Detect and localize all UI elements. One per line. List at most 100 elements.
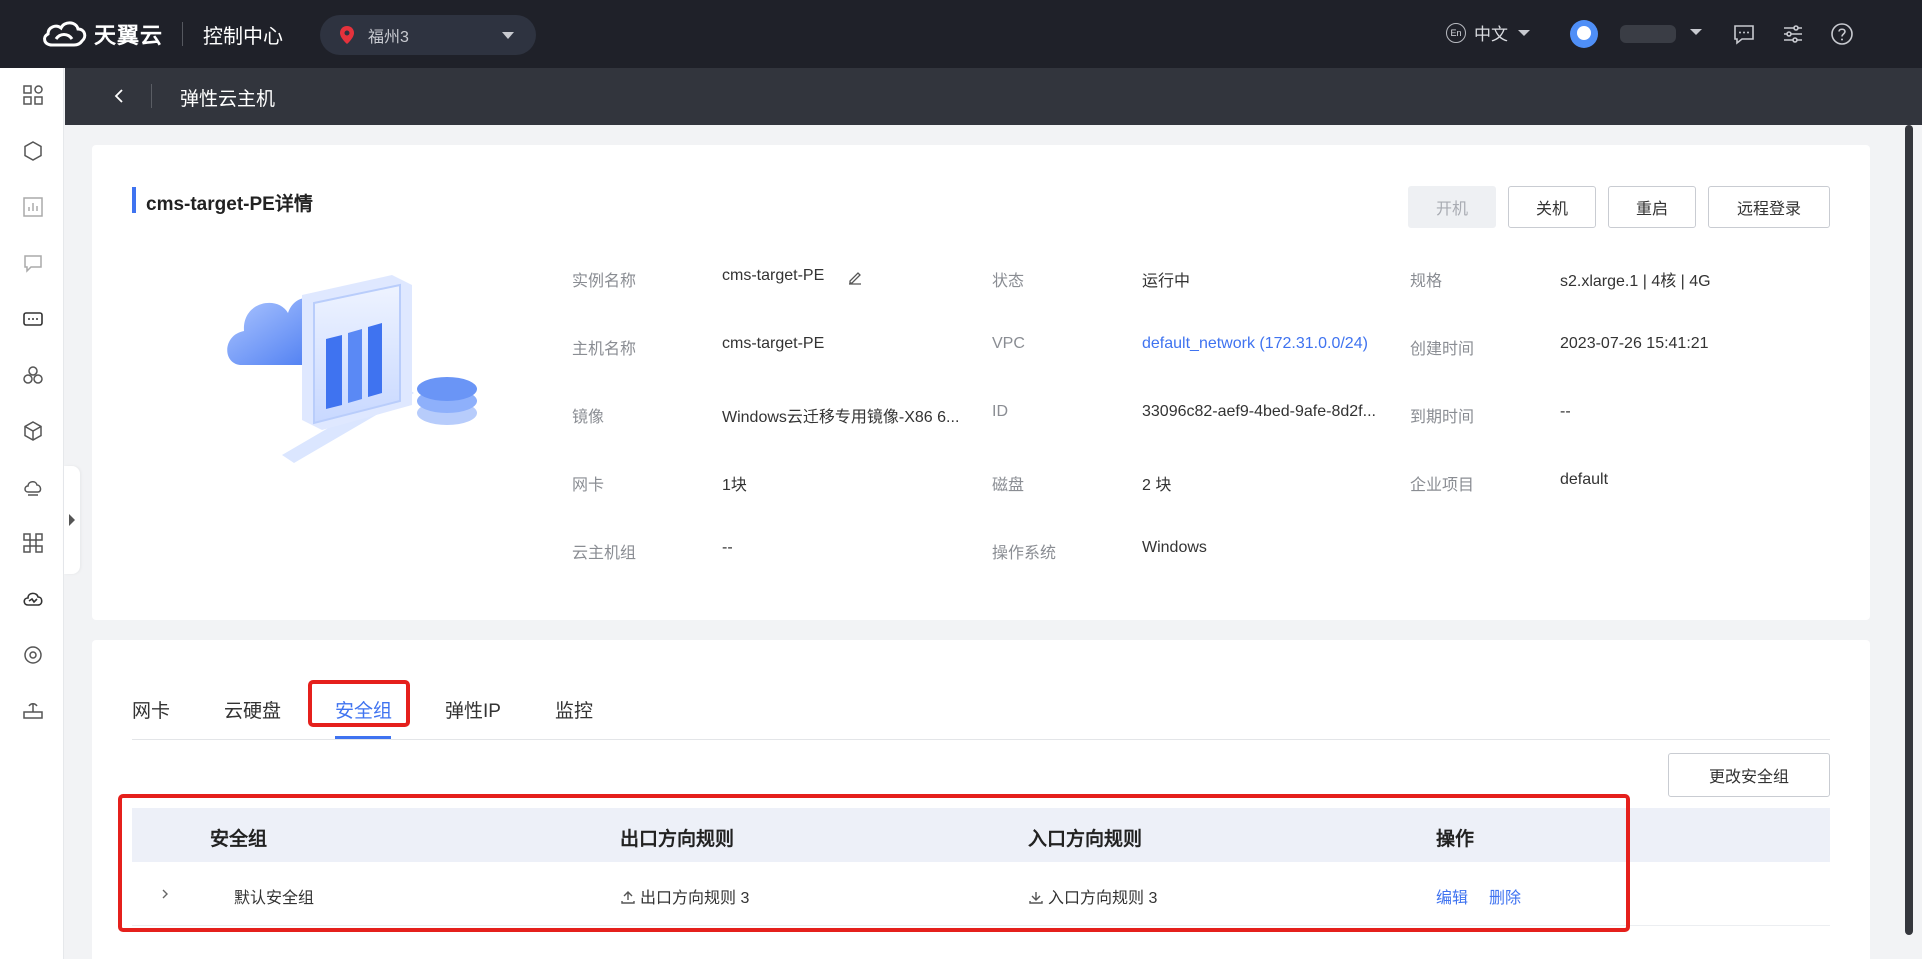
cloud-monitor-icon[interactable] xyxy=(22,588,44,610)
dashboard-icon[interactable] xyxy=(22,84,44,106)
brand-logo[interactable]: 天翼云 xyxy=(40,16,163,52)
cloud-logo-icon xyxy=(43,21,87,47)
page-title: 弹性云主机 xyxy=(180,89,276,110)
field-host-name: 主机名称 cms-target-PE xyxy=(572,335,992,359)
field-label: 主机名称 xyxy=(572,341,637,358)
help-icon[interactable] xyxy=(1830,22,1854,46)
field-label: 状态 xyxy=(992,273,1025,290)
field-status: 状态 运行中 xyxy=(992,267,1412,291)
instance-actions: 开机 关机 重启 远程登录 xyxy=(1408,186,1830,228)
field-instance-name: 实例名称 cms-target-PE xyxy=(572,267,992,291)
field-label: 磁盘 xyxy=(992,477,1025,494)
field-value: s2.xlarge.1 | 4核 | 4G xyxy=(1560,273,1711,290)
field-label: 实例名称 xyxy=(572,273,637,290)
start-button[interactable]: 开机 xyxy=(1408,186,1496,228)
tab-monitor[interactable]: 监控 xyxy=(555,696,593,723)
field-spec: 规格 s2.xlarge.1 | 4核 | 4G xyxy=(1410,267,1830,291)
table-highlight-box xyxy=(118,794,1630,932)
tab-nic[interactable]: 网卡 xyxy=(132,696,170,723)
field-value: Windows云迁移专用镜像-X86 6... xyxy=(722,409,960,426)
field-value: cms-target-PE xyxy=(722,335,825,352)
server-illustration xyxy=(227,275,477,463)
chevron-down-icon xyxy=(1518,29,1530,36)
region-name: 福州3 xyxy=(368,29,409,46)
field-created-at: 创建时间 2023-07-26 15:41:21 xyxy=(1410,335,1830,359)
chat-icon[interactable] xyxy=(22,252,44,274)
field-label: 创建时间 xyxy=(1410,341,1475,358)
field-value: cms-target-PE xyxy=(722,267,825,284)
restart-button[interactable]: 重启 xyxy=(1608,186,1696,228)
network-nodes-icon[interactable] xyxy=(22,532,44,554)
console-title[interactable]: 控制中心 xyxy=(203,20,283,49)
brand-name: 天翼云 xyxy=(94,23,164,48)
language-switcher[interactable]: En 中文 xyxy=(1446,20,1530,45)
resource-tabs-card: 网卡 云硬盘 安全组 弹性IP 监控 更改安全组 安全组 出口方向规则 入口方向… xyxy=(92,640,1870,959)
sidebar-expand-toggle[interactable] xyxy=(64,466,80,574)
tab-elastic-ip[interactable]: 弹性IP xyxy=(445,696,501,723)
field-image: 镜像 Windows云迁移专用镜像-X86 6... xyxy=(572,403,992,427)
message-icon[interactable] xyxy=(1732,22,1756,46)
field-expire-at: 到期时间 -- xyxy=(1410,403,1830,427)
edit-pencil-icon[interactable] xyxy=(847,269,863,285)
chevron-down-icon xyxy=(502,32,514,39)
security-icon[interactable] xyxy=(22,644,44,666)
back-chevron-icon[interactable] xyxy=(110,86,130,106)
page-scrollbar[interactable] xyxy=(1902,125,1916,959)
cloud-storage-icon[interactable] xyxy=(22,476,44,498)
chart-icon[interactable] xyxy=(22,196,44,218)
user-menu-chevron-icon[interactable] xyxy=(1690,29,1702,35)
region-selector[interactable]: 福州3 xyxy=(320,15,536,55)
left-sidebar xyxy=(0,68,64,959)
tab-highlight-box xyxy=(308,680,410,727)
location-pin-icon xyxy=(340,26,354,44)
vpc-link[interactable]: default_network (172.31.0.0/24) xyxy=(1142,335,1368,353)
change-security-group-button[interactable]: 更改安全组 xyxy=(1667,753,1830,797)
field-label: 到期时间 xyxy=(1410,409,1475,426)
page-header: 弹性云主机 xyxy=(65,68,1922,125)
status-value: 运行中 xyxy=(1142,273,1191,290)
field-value: -- xyxy=(722,539,733,556)
router-icon[interactable] xyxy=(22,700,44,722)
field-label: VPC xyxy=(992,335,1025,352)
header-divider xyxy=(151,84,152,108)
field-id: ID 33096c82-aef9-4bed-9afe-8d2f... xyxy=(992,403,1412,427)
field-label: 规格 xyxy=(1410,273,1443,290)
language-label: 中文 xyxy=(1474,25,1508,44)
cluster-icon[interactable] xyxy=(22,364,44,386)
detail-title: cms-target-PE详情 xyxy=(132,187,313,216)
active-tab-indicator xyxy=(335,736,391,739)
field-value: 2023-07-26 15:41:21 xyxy=(1560,335,1709,352)
field-host-group: 云主机组 -- xyxy=(572,539,992,563)
server-console-icon[interactable] xyxy=(22,308,44,330)
shutdown-button[interactable]: 关机 xyxy=(1508,186,1596,228)
field-label: 镜像 xyxy=(572,409,605,426)
field-vpc: VPC default_network (172.31.0.0/24) xyxy=(992,335,1412,359)
hexagon-icon[interactable] xyxy=(22,140,44,162)
instance-detail-card: cms-target-PE详情 开机 关机 重启 远程登录 实例名称 cms-t… xyxy=(92,145,1870,620)
top-navigation-bar: 天翼云 控制中心 福州3 En 中文 xyxy=(0,0,1922,68)
tab-cloud-disk[interactable]: 云硬盘 xyxy=(224,696,281,723)
field-enterprise-project: 企业项目 default xyxy=(1410,471,1830,495)
field-value: default xyxy=(1560,471,1609,488)
field-label: ID xyxy=(992,403,1008,420)
avatar[interactable] xyxy=(1570,20,1598,48)
settings-sliders-icon[interactable] xyxy=(1781,22,1805,46)
field-os: 操作系统 Windows xyxy=(992,539,1412,563)
field-label: 操作系统 xyxy=(992,545,1057,562)
username-redacted[interactable] xyxy=(1620,25,1676,43)
language-icon: En xyxy=(1446,22,1466,43)
field-label: 企业项目 xyxy=(1410,477,1475,494)
field-value: 2 块 xyxy=(1142,477,1172,494)
field-value: 1块 xyxy=(722,477,747,494)
field-disk: 磁盘 2 块 xyxy=(992,471,1412,495)
logo-divider xyxy=(182,22,183,46)
field-value: 33096c82-aef9-4bed-9afe-8d2f... xyxy=(1142,403,1376,420)
field-value: -- xyxy=(1560,403,1571,420)
field-label: 网卡 xyxy=(572,477,605,494)
cube-icon[interactable] xyxy=(22,420,44,442)
field-value: Windows xyxy=(1142,539,1207,556)
scrollbar-thumb[interactable] xyxy=(1905,125,1913,935)
field-label: 云主机组 xyxy=(572,545,637,562)
remote-login-button[interactable]: 远程登录 xyxy=(1708,186,1830,228)
field-nic: 网卡 1块 xyxy=(572,471,992,495)
